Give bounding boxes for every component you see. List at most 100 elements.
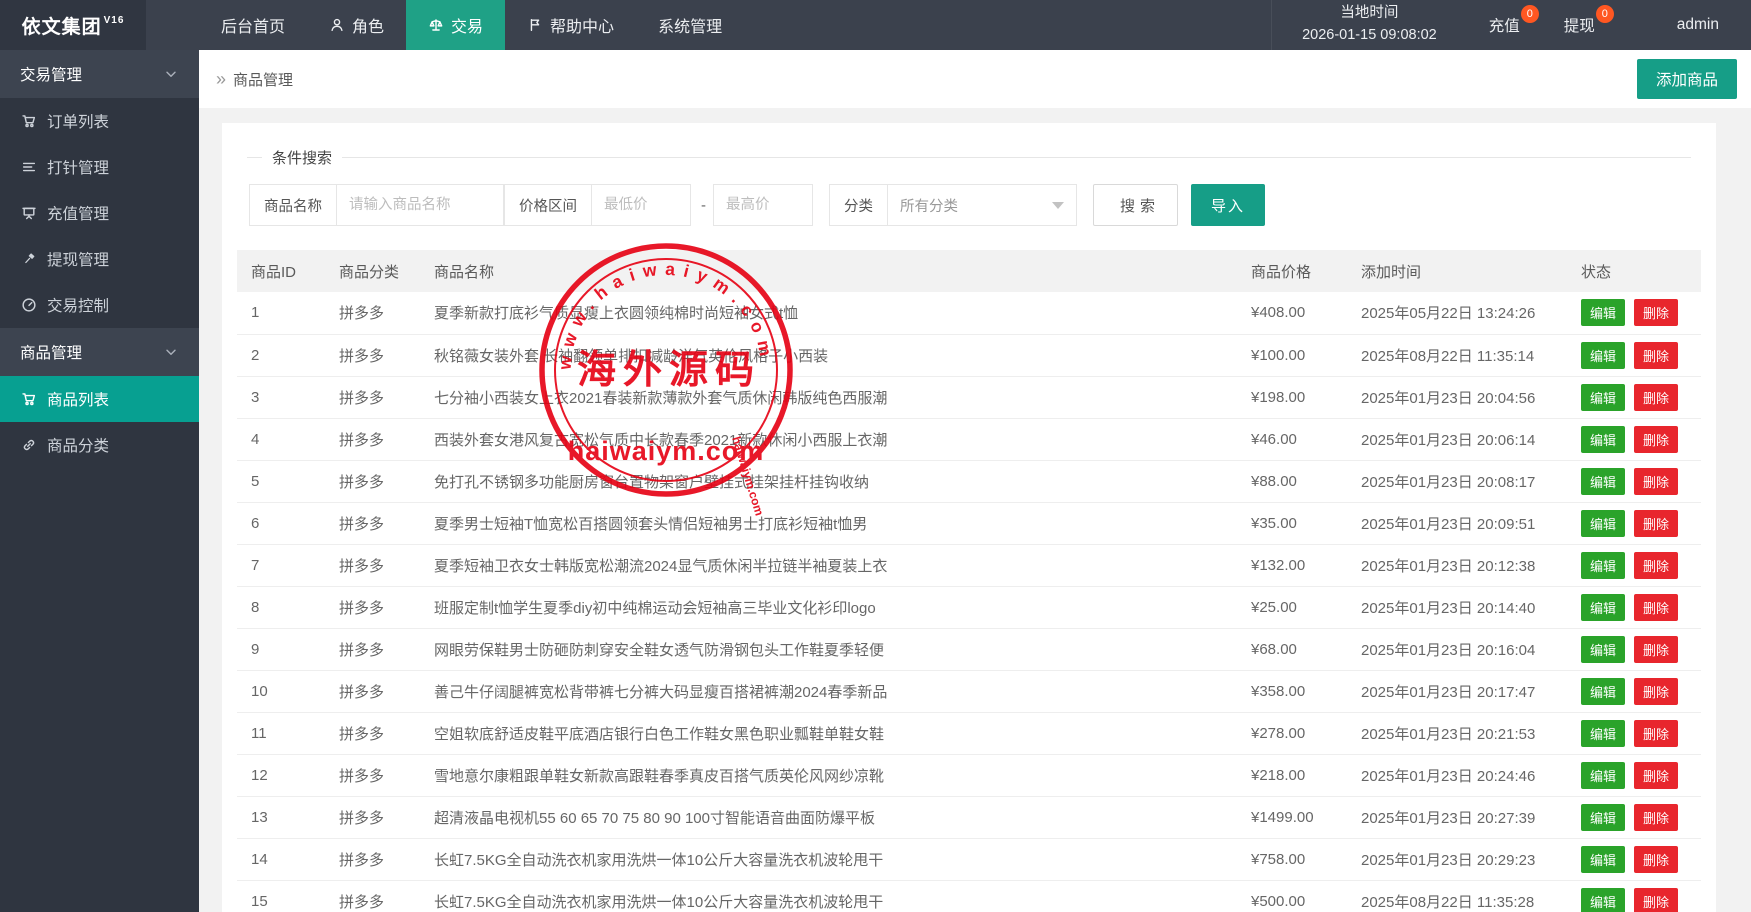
- product-table-body: 1拼多多夏季新款打底衫气质显瘦上衣圆领纯棉时尚短袖女式t恤¥408.002025…: [237, 292, 1701, 912]
- sidebar-item-withdraw-mgmt[interactable]: 提现管理: [0, 236, 199, 282]
- edit-button[interactable]: 编辑: [1581, 594, 1625, 621]
- edit-button[interactable]: 编辑: [1581, 762, 1625, 789]
- sidebar-toggle-button[interactable]: [146, 0, 199, 50]
- edit-button[interactable]: 编辑: [1581, 888, 1625, 912]
- cell-name: 西装外套女港风复古宽松气质中长款春季2021新款休闲小西服上衣潮: [424, 418, 1241, 460]
- cell-price: ¥218.00: [1241, 754, 1351, 796]
- min-price-input[interactable]: [591, 184, 691, 226]
- cell-time: 2025年08月22日 11:35:14: [1351, 334, 1571, 376]
- nav-item-home[interactable]: 后台首页: [199, 0, 307, 50]
- search-legend: 条件搜索: [262, 147, 342, 168]
- app-logo: 依文集团V16: [0, 0, 146, 50]
- sidebar-item-product-category[interactable]: 商品分类: [0, 422, 199, 468]
- scales-icon: [428, 17, 444, 33]
- product-name-input[interactable]: [336, 184, 504, 226]
- edit-button[interactable]: 编辑: [1581, 552, 1625, 579]
- withdraw-button[interactable]: 提现 0: [1542, 0, 1617, 50]
- delete-button[interactable]: 删除: [1634, 552, 1678, 579]
- cell-price: ¥35.00: [1241, 502, 1351, 544]
- table-row: 7拼多多夏季短袖卫衣女士韩版宽松潮流2024显气质休闲半拉链半袖夏装上衣¥132…: [237, 544, 1701, 586]
- edit-button[interactable]: 编辑: [1581, 510, 1625, 537]
- cell-name: 秋铭薇女装外套 长袖翻领单排扣减龄洋气英伦风格子小西装: [424, 334, 1241, 376]
- nav-item-role[interactable]: 角色: [307, 0, 406, 50]
- edit-button[interactable]: 编辑: [1581, 384, 1625, 411]
- delete-button[interactable]: 删除: [1634, 594, 1678, 621]
- delete-button[interactable]: 删除: [1634, 804, 1678, 831]
- delete-button[interactable]: 删除: [1634, 762, 1678, 789]
- add-product-button[interactable]: 添加商品: [1637, 59, 1737, 99]
- cell-time: 2025年01月23日 20:06:14: [1351, 418, 1571, 460]
- edit-button[interactable]: 编辑: [1581, 636, 1625, 663]
- edit-button[interactable]: 编辑: [1581, 678, 1625, 705]
- sidebar-item-product-list[interactable]: 商品列表: [0, 376, 199, 422]
- cell-category: 拼多多: [329, 628, 424, 670]
- sidebar-item-recharge-mgmt[interactable]: 充值管理: [0, 190, 199, 236]
- delete-button[interactable]: 删除: [1634, 678, 1678, 705]
- nav-item-label: 系统管理: [658, 13, 722, 37]
- delete-button[interactable]: 删除: [1634, 384, 1678, 411]
- cell-price: ¥278.00: [1241, 712, 1351, 754]
- edit-button[interactable]: 编辑: [1581, 720, 1625, 747]
- cell-id: 6: [237, 502, 329, 544]
- cell-category: 拼多多: [329, 292, 424, 334]
- edit-button[interactable]: 编辑: [1581, 804, 1625, 831]
- user-menu[interactable]: admin: [1657, 0, 1751, 50]
- cart-icon: [21, 391, 37, 407]
- cell-actions: 编辑删除: [1571, 376, 1701, 418]
- board-icon: [21, 205, 37, 221]
- sidebar-group-product-mgmt[interactable]: 商品管理: [0, 328, 199, 376]
- cell-category: 拼多多: [329, 796, 424, 838]
- cell-category: 拼多多: [329, 376, 424, 418]
- cell-name: 超清液晶电视机55 60 65 70 75 80 90 100寸智能语音曲面防爆…: [424, 796, 1241, 838]
- cell-name: 夏季新款打底衫气质显瘦上衣圆领纯棉时尚短袖女式t恤: [424, 292, 1241, 334]
- gavel-icon: [21, 251, 37, 267]
- cell-category: 拼多多: [329, 544, 424, 586]
- sidebar-item-trade-control[interactable]: 交易控制: [0, 282, 199, 328]
- cell-time: 2025年01月23日 20:09:51: [1351, 502, 1571, 544]
- edit-button[interactable]: 编辑: [1581, 426, 1625, 453]
- flag-icon: [527, 17, 543, 33]
- nav-item-help[interactable]: 帮助中心: [505, 0, 636, 50]
- edit-button[interactable]: 编辑: [1581, 342, 1625, 369]
- sidebar-item-order-list[interactable]: 订单列表: [0, 98, 199, 144]
- table-row: 5拼多多免打孔不锈钢多功能厨房窗台置物架窗户壁挂式挂架挂杆挂钩收纳¥88.002…: [237, 460, 1701, 502]
- table-row: 13拼多多超清液晶电视机55 60 65 70 75 80 90 100寸智能语…: [237, 796, 1701, 838]
- table-row: 2拼多多秋铭薇女装外套 长袖翻领单排扣减龄洋气英伦风格子小西装¥100.0020…: [237, 334, 1701, 376]
- cell-time: 2025年01月23日 20:21:53: [1351, 712, 1571, 754]
- cell-price: ¥408.00: [1241, 292, 1351, 334]
- delete-button[interactable]: 删除: [1634, 426, 1678, 453]
- delete-button[interactable]: 删除: [1634, 342, 1678, 369]
- search-button[interactable]: 搜索: [1093, 184, 1178, 226]
- max-price-input[interactable]: [713, 184, 813, 226]
- sidebar: 交易管理订单列表打针管理充值管理提现管理交易控制商品管理商品列表商品分类: [0, 50, 199, 912]
- edit-button[interactable]: 编辑: [1581, 468, 1625, 495]
- breadcrumb-arrow-icon: »: [216, 69, 226, 90]
- delete-button[interactable]: 删除: [1634, 299, 1678, 326]
- sidebar-item-injection-mgmt[interactable]: 打针管理: [0, 144, 199, 190]
- category-select[interactable]: 所有分类: [887, 184, 1077, 226]
- cell-id: 1: [237, 292, 329, 334]
- recharge-button[interactable]: 充值 0: [1467, 0, 1542, 50]
- delete-button[interactable]: 删除: [1634, 846, 1678, 873]
- refresh-button[interactable]: [1617, 0, 1657, 50]
- delete-button[interactable]: 删除: [1634, 636, 1678, 663]
- delete-button[interactable]: 删除: [1634, 720, 1678, 747]
- delete-button[interactable]: 删除: [1634, 468, 1678, 495]
- import-button[interactable]: 导入: [1191, 184, 1265, 226]
- cell-name: 免打孔不锈钢多功能厨房窗台置物架窗户壁挂式挂架挂杆挂钩收纳: [424, 460, 1241, 502]
- nav-item-system[interactable]: 系统管理: [636, 0, 744, 50]
- delete-button[interactable]: 删除: [1634, 510, 1678, 537]
- cell-name: 善己牛仔阔腿裤宽松背带裤七分裤大码显瘦百搭裙裤潮2024春季新品: [424, 670, 1241, 712]
- edit-button[interactable]: 编辑: [1581, 846, 1625, 873]
- sidebar-item-label: 订单列表: [47, 110, 109, 132]
- sidebar-item-label: 提现管理: [47, 248, 109, 270]
- table-row: 12拼多多雪地意尔康粗跟单鞋女新款高跟鞋春季真皮百搭气质英伦风网纱凉靴¥218.…: [237, 754, 1701, 796]
- edit-button[interactable]: 编辑: [1581, 299, 1625, 326]
- sidebar-group-trade-mgmt[interactable]: 交易管理: [0, 50, 199, 98]
- delete-button[interactable]: 删除: [1634, 888, 1678, 912]
- cell-price: ¥68.00: [1241, 628, 1351, 670]
- content-area: 条件搜索 商品名称 价格区间 - 分类: [199, 108, 1751, 912]
- chevron-down-icon: [163, 344, 179, 360]
- nav-item-trade[interactable]: 交易: [406, 0, 505, 50]
- cell-actions: 编辑删除: [1571, 502, 1701, 544]
